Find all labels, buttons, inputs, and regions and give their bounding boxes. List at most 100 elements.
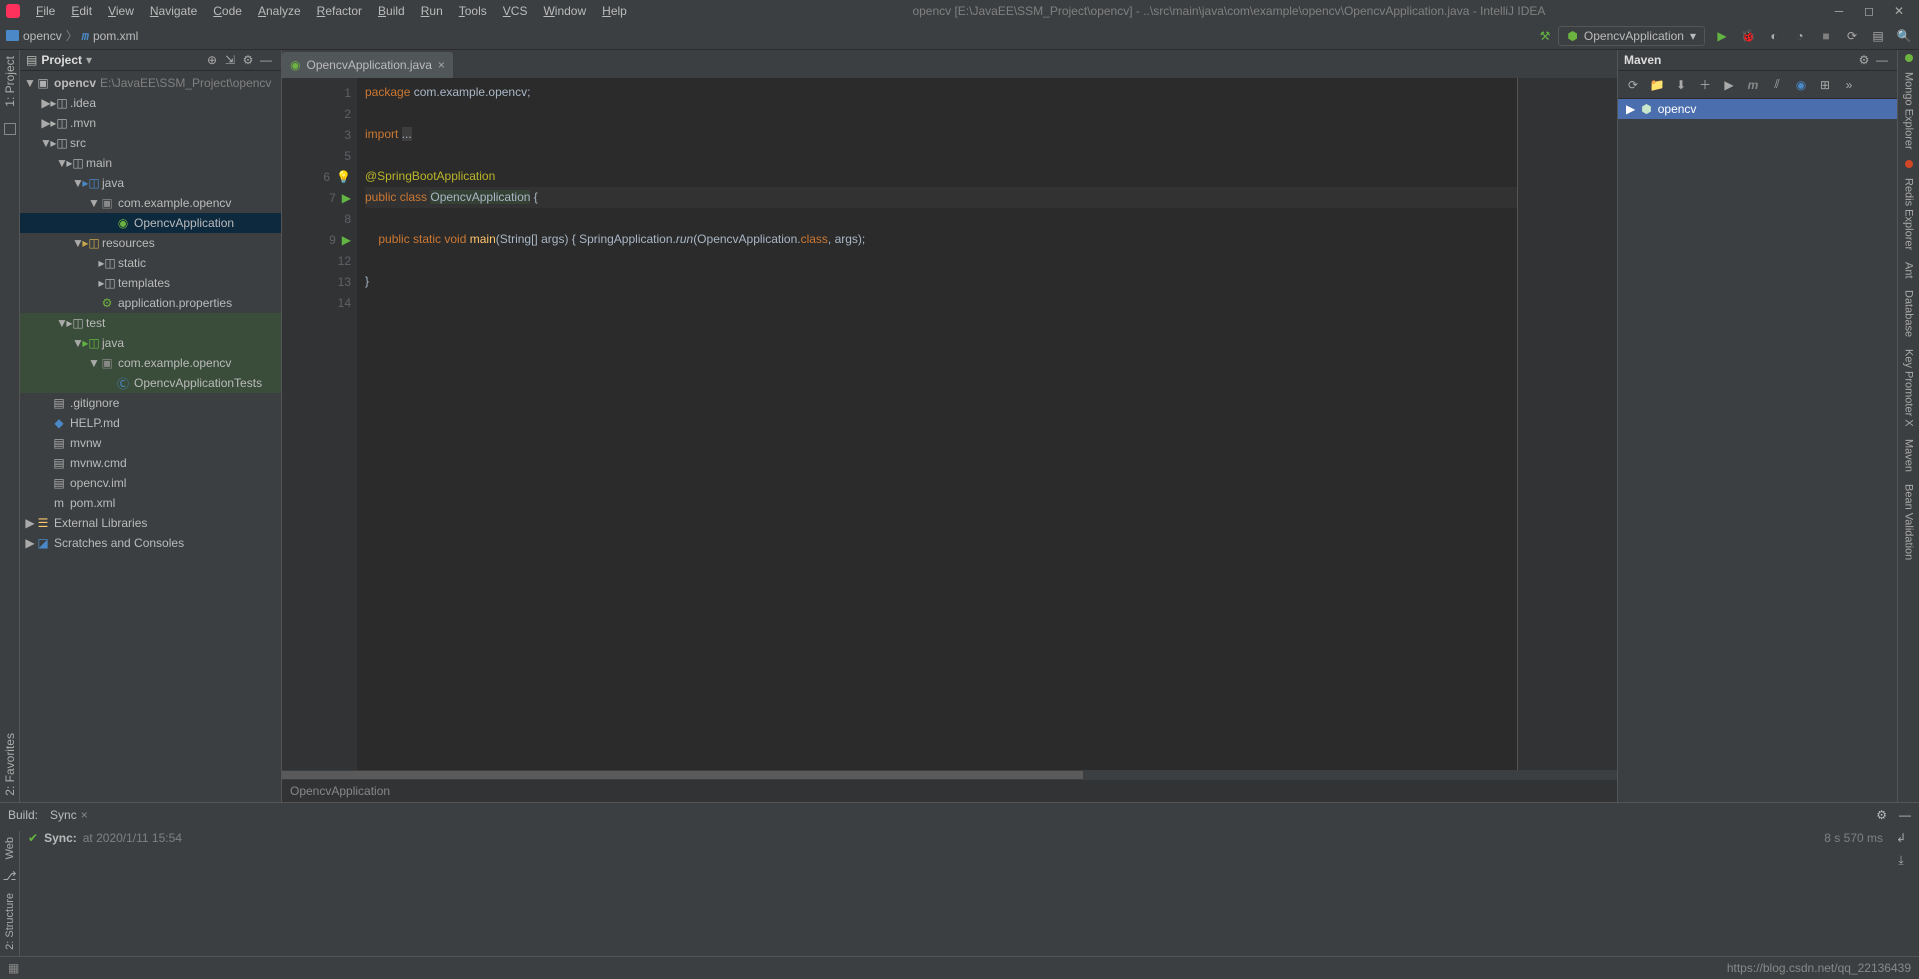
status-tool-icon[interactable]: ▦: [8, 961, 19, 975]
breadcrumb-root[interactable]: opencv: [6, 29, 62, 43]
stop-button[interactable]: ■: [1817, 27, 1835, 45]
tree-item[interactable]: ▤opencv.iml: [20, 473, 281, 493]
maven-project-row[interactable]: ▶ ⬢ opencv: [1618, 99, 1897, 119]
bookmark-icon[interactable]: [4, 123, 16, 135]
more-icon[interactable]: »: [1840, 78, 1858, 92]
scroll-end-icon[interactable]: ⤓: [1898, 853, 1903, 868]
tree-item[interactable]: ▼▸◫java: [20, 333, 281, 353]
hide-icon[interactable]: —: [1873, 53, 1891, 67]
debug-button[interactable]: 🐞: [1739, 27, 1757, 45]
editor-breadcrumb[interactable]: OpencvApplication: [282, 780, 1617, 802]
menu-file[interactable]: File: [28, 2, 63, 20]
download-sources-icon[interactable]: ⬇: [1672, 78, 1690, 92]
horizontal-scrollbar[interactable]: [282, 770, 1617, 780]
settings-icon[interactable]: ⚙: [1855, 53, 1873, 67]
close-tab-icon[interactable]: ×: [438, 58, 445, 72]
search-everywhere-button[interactable]: 🔍: [1895, 27, 1913, 45]
menu-analyze[interactable]: Analyze: [250, 2, 309, 20]
right-tool-db[interactable]: Database: [1903, 284, 1915, 343]
sync-row[interactable]: ✔ Sync: at 2020/1/11 15:54: [28, 831, 526, 845]
tree-item[interactable]: ▼▸◫main: [20, 153, 281, 173]
project-structure-button[interactable]: ▤: [1869, 27, 1887, 45]
menu-help[interactable]: Help: [594, 2, 635, 20]
collapse-all-icon[interactable]: ⇲: [221, 53, 239, 67]
right-tool-maven[interactable]: Maven: [1903, 433, 1915, 478]
hide-icon[interactable]: —: [257, 53, 275, 67]
hide-icon[interactable]: —: [1899, 808, 1911, 822]
project-tool-button[interactable]: 1: Project: [3, 50, 17, 113]
build-tab-sync[interactable]: Sync ×: [50, 808, 88, 822]
tree-item[interactable]: ▼▸◫test: [20, 313, 281, 333]
run-config-selector[interactable]: ⬢ OpencvApplication ▾: [1558, 26, 1705, 46]
menu-run[interactable]: Run: [413, 2, 451, 20]
menu-window[interactable]: Window: [535, 2, 594, 20]
structure-tool-button[interactable]: 2: Structure: [4, 887, 16, 956]
build-icon[interactable]: ⚒: [1540, 29, 1551, 43]
toggle-offline-icon[interactable]: ◉: [1792, 78, 1810, 92]
favorites-tool-button[interactable]: 2: Favorites: [3, 727, 17, 802]
editor-code[interactable]: package com.example.opencv;import ...@Sp…: [357, 78, 1517, 770]
editor-gutter[interactable]: 12356💡7▶89▶121314: [282, 78, 357, 770]
tree-item[interactable]: ▼▸◫src: [20, 133, 281, 153]
build-tree[interactable]: ✔ Sync: at 2020/1/11 15:54: [20, 827, 534, 956]
breadcrumb-file[interactable]: m pom.xml: [82, 29, 139, 43]
reimport-icon[interactable]: ⟳: [1624, 78, 1642, 92]
add-icon[interactable]: ＋: [1696, 76, 1714, 93]
right-tool-bean[interactable]: Bean Validation: [1903, 478, 1915, 566]
right-tool-redis[interactable]: Redis Explorer: [1903, 172, 1915, 256]
dropdown-icon[interactable]: ▾: [86, 53, 92, 67]
show-diagram-icon[interactable]: ⊞: [1816, 78, 1834, 92]
tree-item[interactable]: mpom.xml: [20, 493, 281, 513]
menu-view[interactable]: View: [100, 2, 142, 20]
run-button[interactable]: ▶: [1713, 27, 1731, 45]
update-button[interactable]: ⟳: [1843, 27, 1861, 45]
tree-item[interactable]: ◉OpencvApplication: [20, 213, 281, 233]
tree-item[interactable]: ⚙application.properties: [20, 293, 281, 313]
menu-code[interactable]: Code: [205, 2, 250, 20]
generate-sources-icon[interactable]: 📁: [1648, 78, 1666, 92]
web-tool-button[interactable]: Web: [4, 831, 16, 865]
git-icon[interactable]: ⎇: [3, 869, 17, 883]
close-tab-icon[interactable]: ×: [81, 808, 88, 822]
minimap[interactable]: [1517, 78, 1617, 770]
tree-item[interactable]: ▼▣com.example.opencv: [20, 193, 281, 213]
run-maven-icon[interactable]: ▶: [1720, 78, 1738, 92]
editor-tab[interactable]: ◉ OpencvApplication.java ×: [282, 52, 453, 78]
profiler-button[interactable]: ◔: [1791, 27, 1809, 45]
settings-icon[interactable]: ⚙: [1876, 808, 1887, 822]
tree-item[interactable]: ▼▸◫java: [20, 173, 281, 193]
menu-build[interactable]: Build: [370, 2, 413, 20]
tree-item[interactable]: ▤.gitignore: [20, 393, 281, 413]
close-button[interactable]: ✕: [1885, 1, 1913, 21]
menu-refactor[interactable]: Refactor: [309, 2, 370, 20]
maven-m-icon[interactable]: m: [1744, 78, 1762, 92]
tree-item[interactable]: ▼▸◫resources: [20, 233, 281, 253]
tree-item[interactable]: ▸◫templates: [20, 273, 281, 293]
settings-icon[interactable]: ⚙: [239, 53, 257, 67]
tree-root[interactable]: ▼ ▣ opencv E:\JavaEE\SSM_Project\opencv: [20, 73, 281, 93]
locate-icon[interactable]: ⊕: [203, 53, 221, 67]
tree-item[interactable]: ▤mvnw.cmd: [20, 453, 281, 473]
menu-navigate[interactable]: Navigate: [142, 2, 205, 20]
tree-scratches[interactable]: ▶ ◪ Scratches and Consoles: [20, 533, 281, 553]
menu-vcs[interactable]: VCS: [495, 2, 536, 20]
project-tree[interactable]: ▼ ▣ opencv E:\JavaEE\SSM_Project\opencv …: [20, 71, 281, 802]
right-tool-ant[interactable]: Ant: [1903, 256, 1915, 285]
tree-item[interactable]: ▶▸◫.mvn: [20, 113, 281, 133]
toggle-skip-tests-icon[interactable]: ⫽: [1768, 77, 1786, 92]
maven-tree[interactable]: ▶ ⬢ opencv: [1618, 99, 1897, 802]
right-tool-mongo[interactable]: Mongo Explorer: [1903, 66, 1915, 156]
tree-item[interactable]: ▤mvnw: [20, 433, 281, 453]
tree-item[interactable]: ▸◫static: [20, 253, 281, 273]
menu-tools[interactable]: Tools: [451, 2, 495, 20]
maximize-button[interactable]: ◻: [1855, 1, 1883, 21]
menu-edit[interactable]: Edit: [63, 2, 100, 20]
project-panel-title[interactable]: Project: [41, 53, 82, 67]
tree-item[interactable]: ⒸOpencvApplicationTests: [20, 373, 281, 393]
tree-item[interactable]: ▶▸◫.idea: [20, 93, 281, 113]
minimize-button[interactable]: ─: [1825, 1, 1853, 21]
soft-wrap-icon[interactable]: ↲: [1896, 831, 1906, 845]
tree-external-libs[interactable]: ▶ ☰ External Libraries: [20, 513, 281, 533]
right-tool-kpx[interactable]: Key Promoter X: [1903, 343, 1915, 433]
tree-item[interactable]: ◆HELP.md: [20, 413, 281, 433]
